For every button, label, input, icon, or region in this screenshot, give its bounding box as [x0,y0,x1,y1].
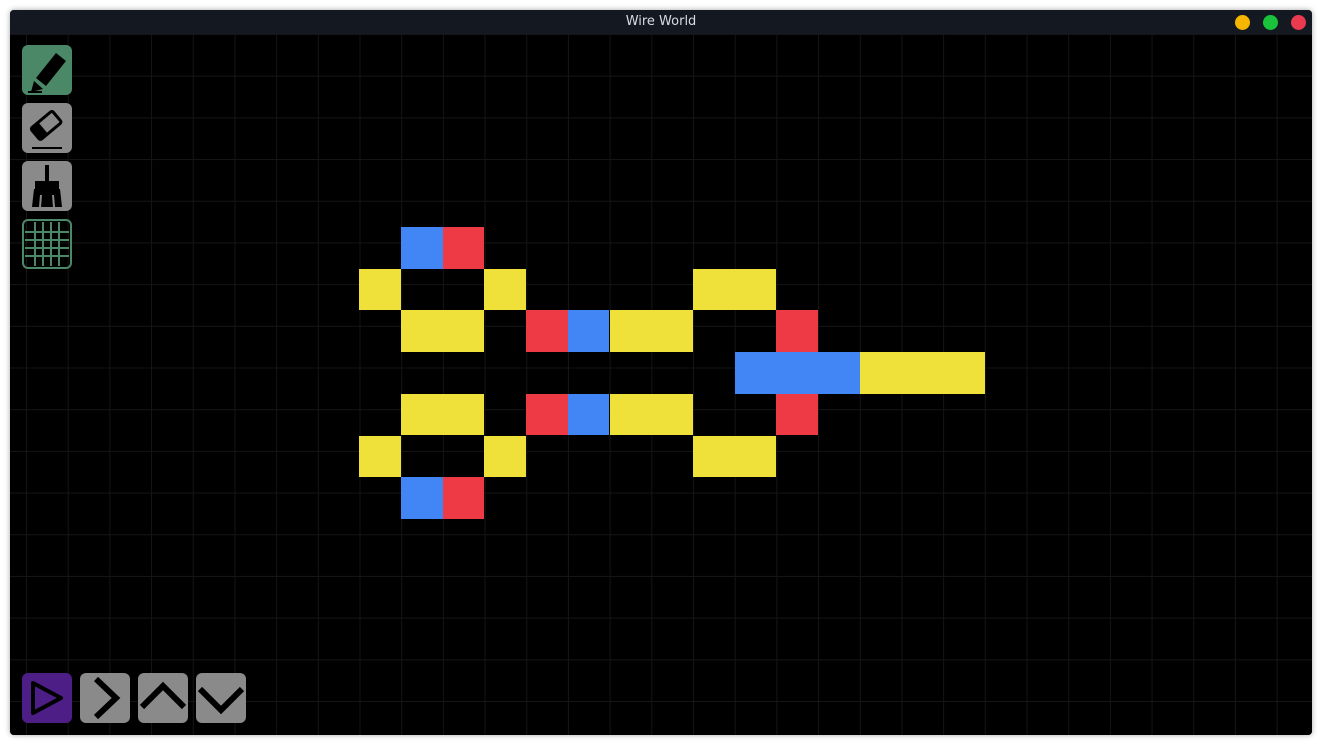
speed-up-button[interactable] [138,673,188,723]
cell-conductor[interactable] [859,352,902,394]
pencil-tool-button[interactable] [22,45,72,95]
cell-conductor[interactable] [692,435,735,478]
minimize-button[interactable] [1235,15,1250,30]
play-button[interactable] [22,673,72,723]
cell-conductor[interactable] [609,310,652,353]
cell-conductor[interactable] [692,268,735,311]
speed-down-button[interactable] [196,673,246,723]
cell-tail[interactable] [776,310,818,353]
chevron-down-icon [197,686,245,715]
cell-head[interactable] [734,352,777,394]
cell-conductor[interactable] [943,352,985,394]
cell-head[interactable] [567,310,610,353]
cell-conductor[interactable] [609,393,652,436]
cell-tail[interactable] [526,310,568,353]
app-window: Wire World [10,10,1312,735]
cell-tail[interactable] [776,393,818,436]
cell-tail[interactable] [526,393,568,436]
cell-conductor[interactable] [484,435,527,478]
play-icon [31,681,63,715]
cell-conductor[interactable] [442,393,485,436]
cell-conductor[interactable] [401,393,443,436]
cell-conductor[interactable] [901,352,944,394]
broom-icon [32,165,62,208]
grid-toggle-button[interactable] [22,219,72,269]
window-title: Wire World [625,14,697,29]
step-button[interactable] [80,673,130,723]
cell-conductor[interactable] [442,310,485,353]
cell-head[interactable] [776,352,818,394]
cell-conductor[interactable] [651,393,693,436]
cell-conductor[interactable] [359,435,401,478]
eraser-tool-button[interactable] [22,103,72,153]
cell-conductor[interactable] [734,435,777,478]
cell-head[interactable] [401,227,443,269]
cell-tail[interactable] [442,477,485,519]
cell-conductor[interactable] [359,268,401,311]
chevron-right-icon [93,676,121,720]
cell-head[interactable] [567,393,610,436]
cell-tail[interactable] [442,227,485,269]
maximize-button[interactable] [1263,15,1278,30]
cell-conductor[interactable] [734,268,777,311]
title-bar: Wire World [10,10,1312,34]
close-button[interactable] [1291,15,1306,30]
cell-conductor[interactable] [651,310,693,353]
wireworld-grid-canvas[interactable] [10,34,1312,735]
broom-tool-button[interactable] [22,161,72,211]
pencil-icon [28,53,66,93]
cell-conductor[interactable] [401,310,443,353]
cell-head[interactable] [401,477,443,519]
grid-icon [25,222,69,266]
eraser-icon [29,110,63,149]
chevron-up-icon [139,681,187,710]
cell-head[interactable] [818,352,860,394]
cell-conductor[interactable] [484,268,527,311]
